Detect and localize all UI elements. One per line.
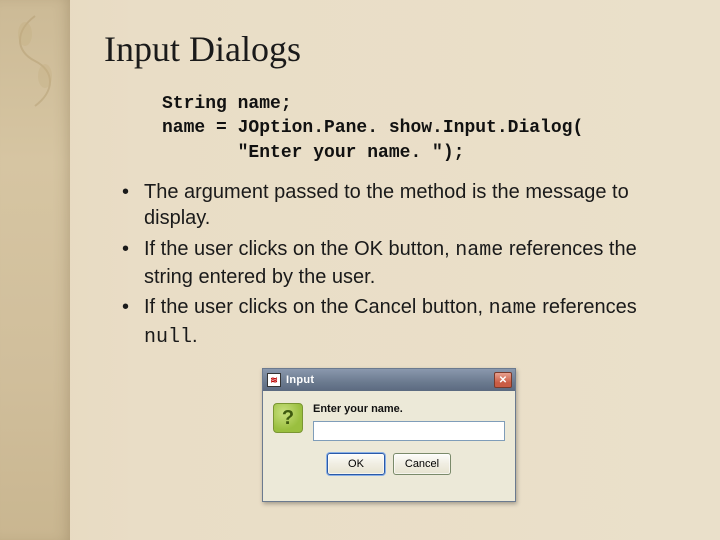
page-title: Input Dialogs xyxy=(104,28,680,70)
code-line-3: "Enter your name. "); xyxy=(162,143,464,163)
bullet-3-post: . xyxy=(192,325,198,347)
close-icon[interactable]: ✕ xyxy=(494,372,512,388)
bullet-list: The argument passed to the method is the… xyxy=(122,179,680,351)
cancel-button[interactable]: Cancel xyxy=(393,453,451,475)
bullet-3: If the user clicks on the Cancel button,… xyxy=(122,294,680,351)
bullet-3-mid: references xyxy=(537,296,637,318)
bullet-2-pre: If the user clicks on the OK button, xyxy=(144,238,455,260)
bullet-3-code1: name xyxy=(489,297,537,320)
question-icon: ? xyxy=(273,403,303,433)
code-line-1: String name; xyxy=(162,94,292,114)
dialog-body: ? Enter your name. xyxy=(263,391,515,449)
dialog-label: Enter your name. xyxy=(313,403,505,415)
dialog-titlebar[interactable]: ≋ Input ✕ xyxy=(263,369,515,391)
java-icon: ≋ xyxy=(267,373,281,387)
code-block: String name; name = JOption.Pane. show.I… xyxy=(162,92,680,165)
bullet-3-pre: If the user clicks on the Cancel button, xyxy=(144,296,489,318)
ok-button[interactable]: OK xyxy=(327,453,385,475)
bullet-1-text: The argument passed to the method is the… xyxy=(144,181,629,229)
dialog-title: Input xyxy=(286,374,489,386)
code-line-2: name = JOption.Pane. show.Input.Dialog( xyxy=(162,118,583,138)
bullet-2: If the user clicks on the OK button, nam… xyxy=(122,236,680,291)
bullet-3-code2: null xyxy=(144,326,192,349)
input-dialog: ≋ Input ✕ ? Enter your name. OK Cancel xyxy=(262,368,516,502)
bullet-2-code: name xyxy=(455,239,503,262)
bullet-1: The argument passed to the method is the… xyxy=(122,179,680,232)
name-input[interactable] xyxy=(313,421,505,441)
dialog-right: Enter your name. xyxy=(313,403,505,441)
dialog-buttons: OK Cancel xyxy=(263,449,515,485)
